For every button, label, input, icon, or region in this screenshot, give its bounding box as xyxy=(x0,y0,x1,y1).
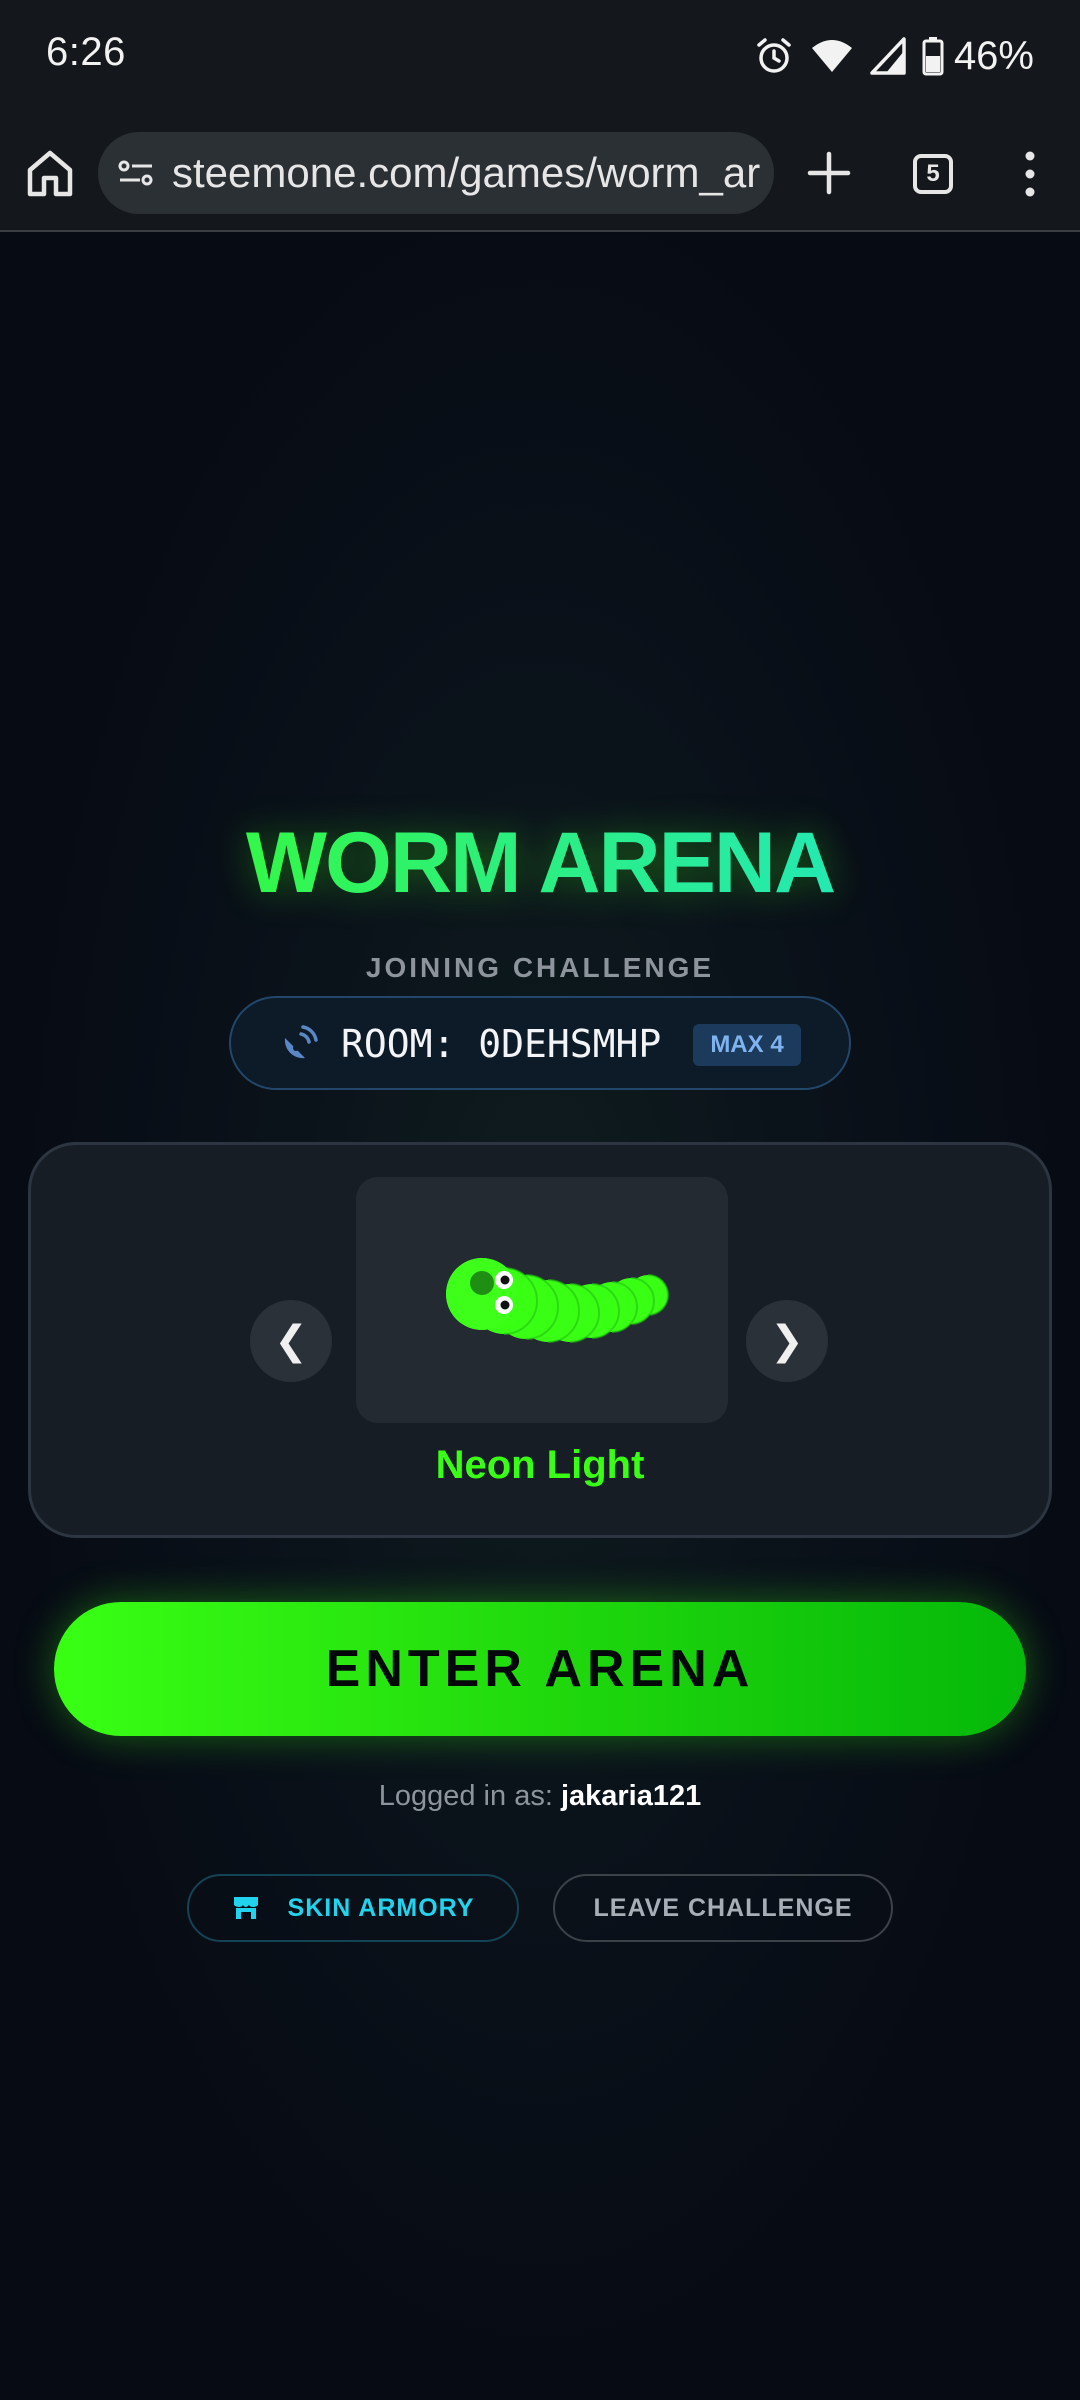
home-icon[interactable] xyxy=(26,148,74,198)
screen: 6:26 46% steemone.com/games/worm_ar 5 WO… xyxy=(0,0,1080,2400)
enter-arena-button[interactable]: ENTER ARENA xyxy=(54,1602,1026,1736)
tune-icon[interactable] xyxy=(118,158,154,188)
battery-percent: 46% xyxy=(953,33,1034,78)
login-prefix: Logged in as: xyxy=(378,1780,553,1812)
more-vert-icon[interactable] xyxy=(1020,150,1040,198)
room-code: ROOM: 0DEHSMHP xyxy=(341,1022,662,1066)
plus-icon[interactable] xyxy=(806,150,852,196)
page-title: WORM ARENA xyxy=(0,814,1080,913)
chevron-left-icon: ❮ xyxy=(274,1319,308,1363)
satellite-dish-icon xyxy=(284,1025,318,1059)
prev-skin-button[interactable]: ❮ xyxy=(250,1300,332,1382)
battery-icon xyxy=(922,37,944,76)
tabs-button[interactable]: 5 xyxy=(913,154,953,194)
skin-preview xyxy=(356,1177,728,1423)
cell-signal-icon xyxy=(870,37,906,75)
wifi-icon xyxy=(811,40,852,72)
status-bar: 6:26 46% xyxy=(0,0,1080,116)
game-page: WORM ARENA JOINING CHALLENGE ROOM: 0DEHS… xyxy=(0,234,1080,2400)
skin-armory-button[interactable]: SKIN ARMORY xyxy=(187,1874,519,1942)
login-username: jakaria121 xyxy=(560,1780,702,1812)
status-icons: 46% xyxy=(754,32,1034,80)
leave-challenge-button[interactable]: LEAVE CHALLENGE xyxy=(553,1874,893,1942)
browser-toolbar: steemone.com/games/worm_ar 5 xyxy=(0,116,1080,232)
store-icon xyxy=(233,1897,258,1919)
alarm-icon xyxy=(757,38,791,73)
status-time: 6:26 xyxy=(46,30,126,74)
skin-armory-label: SKIN ARMORY xyxy=(287,1893,475,1922)
skin-name: Neon Light xyxy=(435,1443,645,1487)
login-status: Logged in as: jakaria121 xyxy=(0,1780,1080,1813)
room-info: ROOM: 0DEHSMHP MAX 4 xyxy=(229,996,851,1090)
tab-count: 5 xyxy=(926,160,940,187)
address-bar[interactable]: steemone.com/games/worm_ar xyxy=(98,132,774,214)
next-skin-button[interactable]: ❯ xyxy=(746,1300,828,1382)
page-subtitle: JOINING CHALLENGE xyxy=(365,952,715,983)
max-players-badge: MAX 4 xyxy=(693,1024,801,1066)
url-text[interactable]: steemone.com/games/worm_ar xyxy=(172,149,762,197)
chevron-right-icon: ❯ xyxy=(770,1319,804,1363)
skin-selector: Neon Light xyxy=(28,1142,1052,1538)
worm-skin-image xyxy=(446,1258,669,1343)
